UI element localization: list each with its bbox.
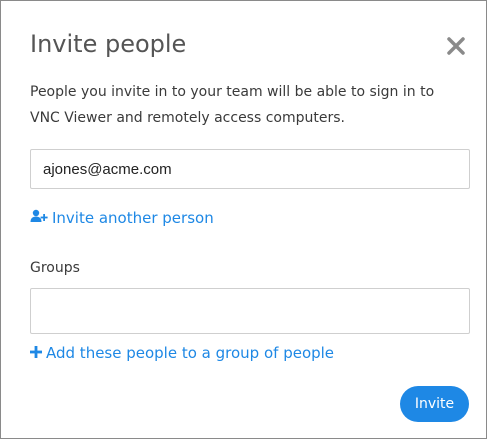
invite-people-dialog: Invite people People you invite in to yo… (0, 0, 487, 439)
email-input[interactable] (30, 149, 470, 189)
description-line-1: People you invite in to your team will b… (30, 84, 435, 100)
close-icon[interactable] (443, 33, 469, 59)
invite-another-person-label: Invite another person (52, 209, 214, 227)
plus-icon (30, 343, 42, 363)
groups-label: Groups (30, 260, 80, 276)
invite-button[interactable]: Invite (400, 386, 469, 422)
add-to-group-label: Add these people to a group of people (46, 344, 335, 362)
dialog-title: Invite people (30, 30, 187, 58)
add-to-group-link[interactable]: Add these people to a group of people (30, 343, 334, 363)
add-user-icon (30, 208, 48, 228)
dialog-description: People you invite in to your team will b… (30, 79, 470, 131)
description-line-2: VNC Viewer and remotely access computers… (30, 110, 345, 126)
groups-input[interactable] (30, 288, 470, 334)
invite-another-person-link[interactable]: Invite another person (30, 208, 214, 228)
